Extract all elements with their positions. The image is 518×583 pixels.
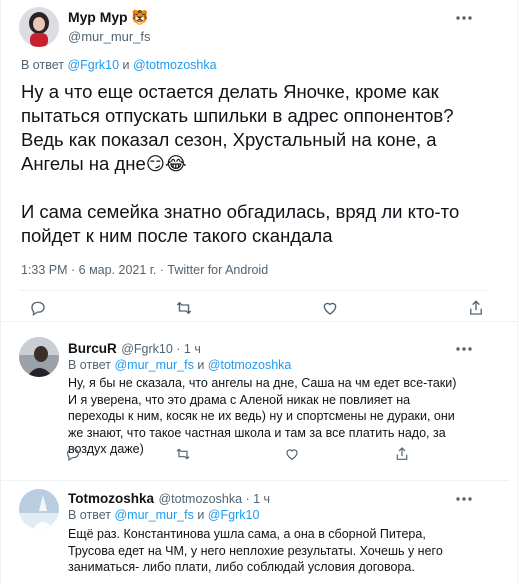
like-icon[interactable] [321,299,339,317]
reply-text: Ещё раз. Константинова ушла сама, а она … [68,527,443,574]
reply-icon[interactable] [65,446,81,462]
share-icon[interactable] [394,446,410,462]
reply-to-user-link[interactable]: @Fgrk10 [67,58,119,72]
reply-author-handle[interactable]: @totmozoshka · 1 ч [158,492,270,506]
reply-author-info: Totmozoshka @totmozoshka · 1 ч [68,490,270,508]
tweet-timestamp[interactable]: 1:33 PM · 6 мар. 2021 г. · Twitter for A… [21,263,268,277]
main-tweet: Мур Мур 🐯 @mur_mur_fs В ответ @Fgrk10 и … [1,0,518,322]
more-icon[interactable] [455,339,473,357]
tweet-text: Ну а что еще остается делать Яночке, кро… [21,81,460,246]
author-handle[interactable]: @mur_mur_fs [68,29,151,44]
retweet-icon[interactable] [175,299,193,317]
reply-to-user-link[interactable]: @totmozoshka [133,58,217,72]
reply-to-line: В ответ @Fgrk10 и @totmozoshka [21,58,217,72]
reply-to-join: и [122,58,130,72]
reply-to-user-link[interactable]: @mur_mur_fs [114,508,193,522]
reply-to-prefix: В ответ [68,508,111,522]
reply-to-join: и [197,508,205,522]
reply-author-avatar[interactable] [19,489,59,529]
reply-to-join: и [197,358,205,372]
tweet-thread: Мур Мур 🐯 @mur_mur_fs В ответ @Fgrk10 и … [0,0,518,583]
reply-author-handle[interactable]: @Fgrk10 · 1 ч [121,342,201,356]
avatar-image [19,489,59,529]
reply-author-name[interactable]: Totmozoshka [68,491,154,506]
divider [19,290,489,291]
reply-to-line: В ответ @mur_mur_fs и @totmozoshka [68,358,291,372]
author-info: Мур Мур 🐯 @mur_mur_fs [68,9,151,44]
reply-to-user-link[interactable]: @totmozoshka [208,358,292,372]
more-icon[interactable] [455,489,473,507]
reply-author-info: BurcuR @Fgrk10 · 1 ч [68,340,201,358]
reply-to-prefix: В ответ [68,358,111,372]
author-avatar[interactable] [19,7,59,47]
reply-author-name[interactable]: BurcuR [68,341,117,356]
tweet-actions [29,299,485,317]
like-icon[interactable] [284,446,300,462]
reply-icon[interactable] [29,299,47,317]
reply-actions [65,446,410,462]
reply-tweet[interactable]: Totmozoshka @totmozoshka · 1 ч В ответ @… [1,481,518,583]
more-icon[interactable] [455,8,473,26]
reply-to-user-link[interactable]: @Fgrk10 [208,508,260,522]
reply-author-avatar[interactable] [19,337,59,377]
share-icon[interactable] [467,299,485,317]
reply-to-prefix: В ответ [21,58,64,72]
avatar-image [19,7,59,47]
reply-to-line: В ответ @mur_mur_fs и @Fgrk10 [68,508,259,522]
author-name[interactable]: Мур Мур 🐯 [68,9,151,26]
avatar-image [19,337,59,377]
reply-to-user-link[interactable]: @mur_mur_fs [114,358,193,372]
retweet-icon[interactable] [175,446,191,462]
reply-tweet[interactable]: BurcuR @Fgrk10 · 1 ч В ответ @mur_mur_fs… [1,322,518,480]
